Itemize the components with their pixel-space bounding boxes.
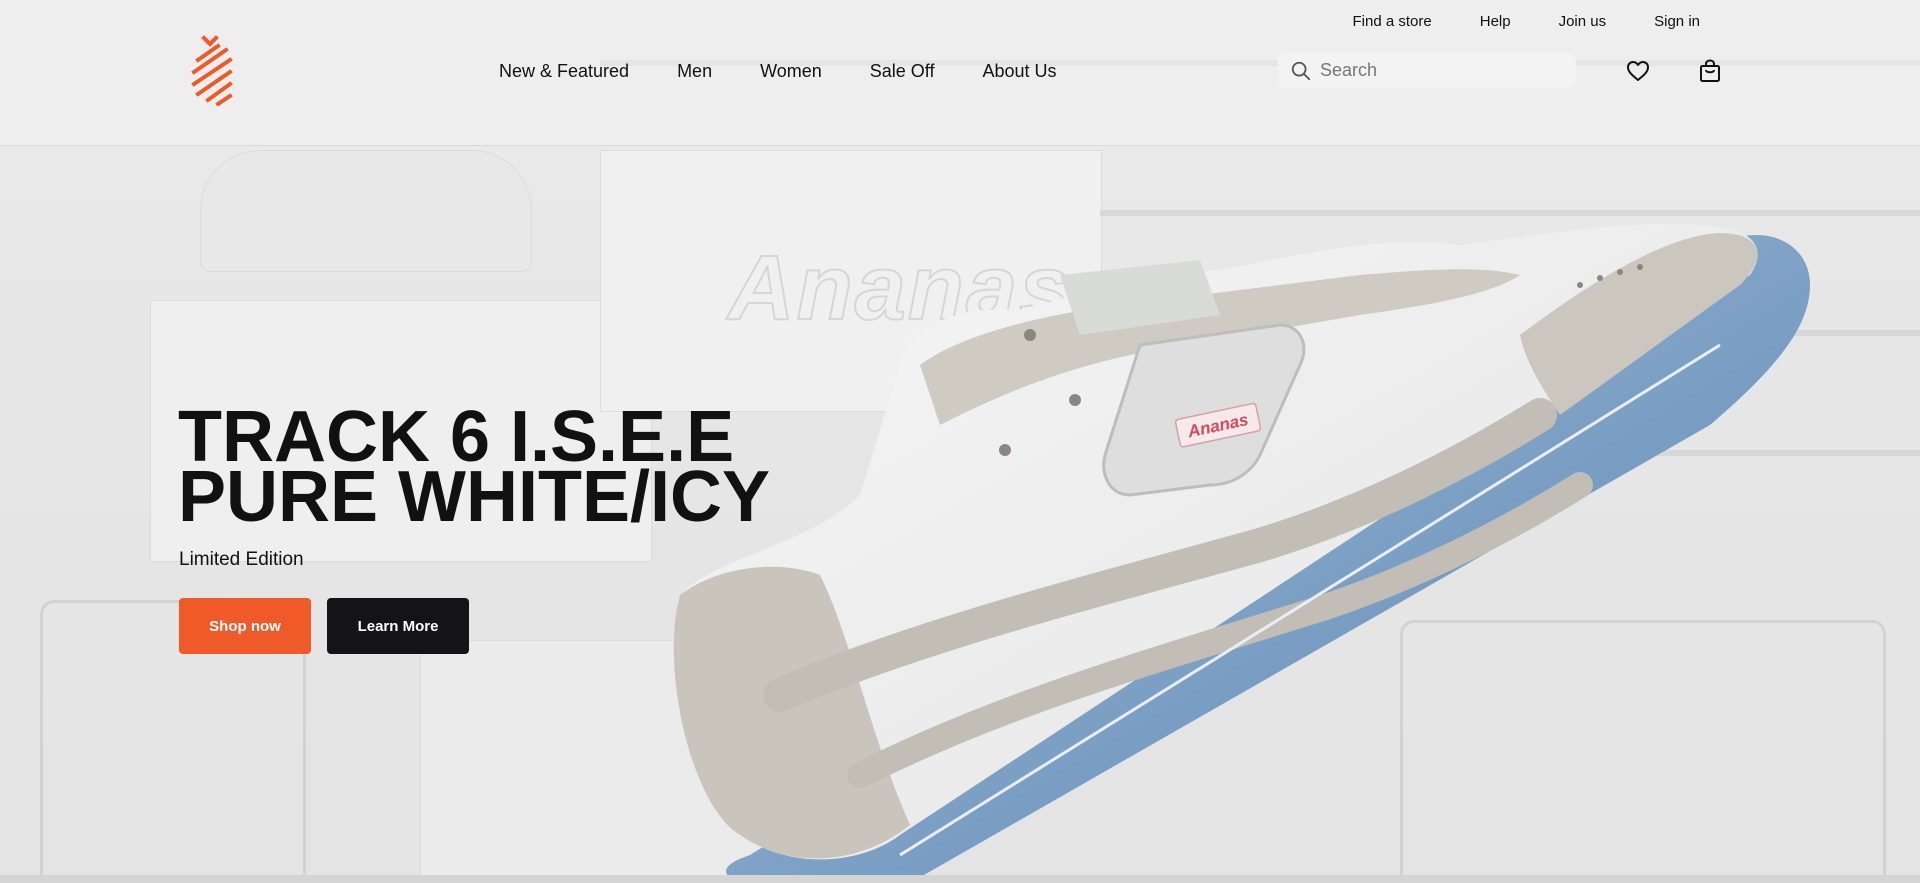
nav-item-men[interactable]: Men [677, 59, 712, 83]
hero-title: TRACK 6 I.S.E.E PURE WHITE/ICY [178, 401, 771, 537]
shop-now-button[interactable]: Shop now [179, 598, 311, 654]
site-header: Find a store Help Join us Sign in New & … [0, 0, 1920, 146]
nav-item-about-us[interactable]: About Us [983, 59, 1057, 83]
page-bottom-edge [0, 875, 1920, 883]
background-shoe [200, 150, 532, 272]
sign-in-link[interactable]: Sign in [1654, 12, 1700, 32]
search-icon [1291, 61, 1311, 80]
favorites-button[interactable] [1625, 58, 1651, 84]
hero-title-line-2: PURE WHITE/ICY [178, 457, 771, 537]
nav-item-new-featured[interactable]: New & Featured [499, 59, 629, 83]
hero-subtitle: Limited Edition [179, 549, 304, 570]
brand-logo[interactable] [190, 34, 234, 107]
page: Ananas Find a store Help Join us Sign in [0, 0, 1920, 883]
heart-icon [1627, 61, 1649, 81]
product-sneaker-image: Ananas [673, 224, 1810, 883]
learn-more-button[interactable]: Learn More [327, 598, 469, 654]
shopping-bag-icon [1700, 59, 1720, 82]
join-us-link[interactable]: Join us [1559, 12, 1607, 32]
pineapple-stripes-logo-icon [191, 35, 233, 107]
help-link[interactable]: Help [1480, 12, 1511, 32]
nav-item-sale-off[interactable]: Sale Off [870, 59, 935, 83]
utility-nav: Find a store Help Join us Sign in [1353, 12, 1700, 32]
main-nav: New & Featured Men Women Sale Off About … [499, 59, 1057, 83]
search-bar[interactable] [1278, 53, 1576, 88]
nav-item-women[interactable]: Women [760, 59, 822, 83]
search-input[interactable] [1318, 59, 1552, 82]
shopping-bag-button[interactable] [1697, 58, 1723, 84]
find-a-store-link[interactable]: Find a store [1353, 12, 1432, 32]
